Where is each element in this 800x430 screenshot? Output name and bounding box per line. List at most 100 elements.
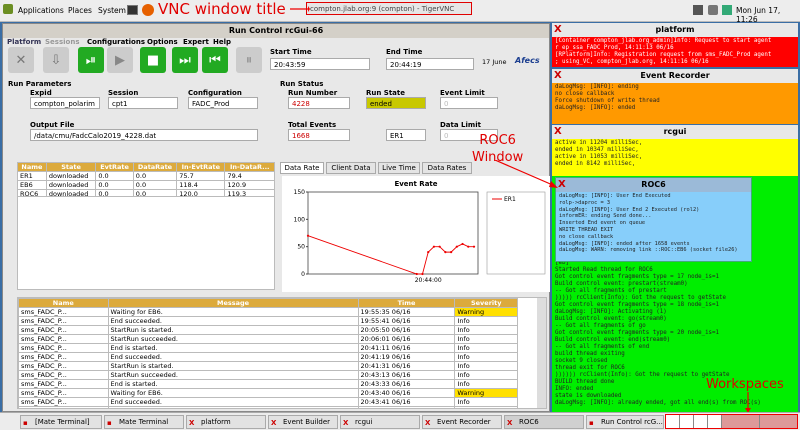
task-event-recorder[interactable]: X Event Recorder	[422, 415, 502, 429]
run-status-title: Run Status	[280, 80, 324, 88]
table-row[interactable]: sms_FADC_P... Waiting for EB6. 20:43:40 06…	[18, 388, 518, 398]
data-point	[415, 272, 418, 276]
cell: ER1	[17, 171, 47, 181]
col-name[interactable]: Name	[18, 298, 109, 308]
rcgui-terminal[interactable]: rcgui X active in 11204 milliSec, ended i…	[552, 125, 798, 176]
task-label: [Mate Terminal]	[35, 418, 90, 426]
data-point	[444, 251, 447, 254]
table-row[interactable]: sms_FADC_P... End succeeded. 20:43:41 06/1…	[18, 397, 518, 407]
roc6-terminal[interactable]: ROC6 X daLogMsg: [INFO]: User End Execut…	[555, 177, 752, 262]
table-row[interactable]: sms_FADC_P... StartRun is started. 20:05:5…	[18, 325, 518, 335]
terminal-line: ended in 10347 milliSec,	[555, 147, 639, 153]
col-state[interactable]: State	[45, 162, 97, 172]
go-button[interactable]: ▶	[107, 47, 133, 73]
run-parameters-title: Run Parameters	[8, 80, 72, 88]
prestart-button[interactable]: ⏯	[78, 47, 104, 73]
col-datarate[interactable]: DataRate	[132, 162, 178, 172]
annotation-arrow	[745, 392, 751, 413]
col-time[interactable]: Time	[357, 298, 456, 308]
components-table-empty-area	[17, 196, 275, 290]
cell: downloaded	[45, 180, 97, 190]
cell: Info	[454, 334, 518, 344]
cell: EB6	[17, 180, 47, 190]
series-line-er1	[307, 235, 474, 275]
clock[interactable]: Mon Jun 17, 11:26	[736, 6, 800, 24]
y-tick-label: 100	[294, 216, 306, 223]
event-recorder-name: ER1	[386, 129, 426, 141]
terminal-launcher-icon[interactable]	[127, 5, 138, 15]
menu-configurations[interactable]: Configurations	[87, 38, 145, 46]
cell: 20:43:41 06/16	[357, 397, 456, 407]
pause-button[interactable]: ⏸	[236, 47, 262, 73]
tab-live-time[interactable]: Live Time	[378, 162, 420, 174]
workspace-switcher[interactable]	[665, 414, 798, 429]
tab-client-data[interactable]: Client Data	[326, 162, 376, 174]
col-severity[interactable]: Severity	[454, 298, 518, 308]
platform-terminal[interactable]: platform X [Container compton_jlab.org_a…	[552, 23, 798, 67]
workspace-2[interactable]	[680, 415, 694, 428]
menu-sessions[interactable]: Sessions	[45, 38, 79, 46]
volume-icon[interactable]	[708, 5, 718, 15]
table-row[interactable]: sms_FADC_P... StartRun succeeded. 20:43:13…	[18, 370, 518, 380]
terminal-line: state is downloaded	[555, 393, 622, 399]
download-button[interactable]: ⇩	[43, 47, 69, 73]
table-row[interactable]: sms_FADC_P... End is started. 20:41:11 06/…	[18, 343, 518, 353]
workspace-5[interactable]	[722, 415, 760, 428]
start-run-button[interactable]: ⏭	[172, 47, 198, 73]
cell: Info	[454, 361, 518, 371]
table-row[interactable]: sms_FADC_P... StartRun is started. 20:41:3…	[18, 361, 518, 371]
table-row[interactable]: sms_FADC_P... End is started. 20:43:33 06/…	[18, 379, 518, 389]
menu-help[interactable]: Help	[213, 38, 231, 46]
workspace-6[interactable]	[760, 415, 797, 428]
places-menu[interactable]: Places	[68, 6, 92, 15]
cell: sms_FADC_P...	[18, 397, 109, 407]
workspace-3[interactable]	[694, 415, 708, 428]
table-row[interactable]: ER1 downloaded 0.0 0.0 75.7 79.4	[17, 171, 275, 181]
terminal-line: daLogMsg: WARN: removing link ::ROC::EB6…	[559, 247, 738, 254]
menu-platform[interactable]: Platform	[7, 38, 41, 46]
task-mate-terminal-2[interactable]: ▪ Mate Terminal	[104, 415, 184, 429]
cell: 118.4	[176, 180, 226, 190]
cell: Info	[454, 325, 518, 335]
col-name[interactable]: Name	[17, 162, 47, 172]
configure-button[interactable]: ✕	[8, 47, 34, 73]
cell: sms_FADC_P...	[18, 406, 109, 408]
task-roc6[interactable]: X ROC6	[504, 415, 584, 429]
cell: StartRun is started.	[107, 325, 359, 335]
table-row[interactable]: sms_FADC_P... StartRun succeeded. 20:06:01…	[18, 334, 518, 344]
apps-icon[interactable]	[3, 4, 13, 14]
col-evtrate[interactable]: EvtRate	[95, 162, 134, 172]
table-row[interactable]: sms_FADC_P... Waiting for EB6. 19:55:35 06…	[18, 307, 518, 317]
menu-expert[interactable]: Expert	[183, 38, 209, 46]
system-menu[interactable]: System	[98, 6, 126, 15]
cell: sms_FADC_P...	[18, 325, 109, 335]
messages-scrollbar[interactable]	[537, 298, 546, 408]
table-row[interactable]: EB6 downloaded 0.0 0.0 118.4 120.9	[17, 180, 275, 190]
col-message[interactable]: Message	[107, 298, 359, 308]
workspace-4[interactable]	[708, 415, 722, 428]
table-row[interactable]: sms_FADC_P... End succeeded. 20:41:19 06/1…	[18, 352, 518, 362]
task-run-control[interactable]: ▪ Run Control rcG...	[586, 415, 664, 429]
table-row[interactable]: sms_FADC_P... End succeeded. 19:55:41 06/1…	[18, 316, 518, 326]
menu-options[interactable]: Options	[147, 38, 178, 46]
workspace-1[interactable]	[666, 415, 680, 428]
session-label: Session	[108, 89, 139, 97]
task-label: Event Builder	[283, 418, 331, 426]
applications-menu[interactable]: Applications	[18, 6, 64, 15]
table-row[interactable]: sms_FADC_P...StartRun is started.20:43:4…	[18, 406, 518, 408]
end-button[interactable]: ■	[140, 47, 166, 73]
reset-button[interactable]: ⏮	[202, 47, 228, 73]
messages-header: Name Message Time Severity	[18, 298, 518, 308]
event-recorder-terminal[interactable]: Event Recorder X daLogMsg: [INFO]: endin…	[552, 69, 798, 124]
task-mate-terminal-1[interactable]: ▪ [Mate Terminal]	[20, 415, 102, 429]
col-in-evtrate[interactable]: In-EvtRate	[176, 162, 226, 172]
col-in-datarate[interactable]: In-DataR...	[224, 162, 275, 172]
tab-data-rate[interactable]: Data Rate	[280, 162, 324, 174]
task-platform[interactable]: Xplatform	[186, 415, 266, 429]
data-point	[432, 245, 436, 248]
firefox-icon[interactable]	[142, 4, 154, 16]
roc6-annotation-line1: ROC6	[479, 133, 516, 148]
task-event-builder[interactable]: X Event Builder	[268, 415, 338, 429]
tab-data-rates[interactable]: Data Rates	[422, 162, 472, 174]
task-rcgui[interactable]: Xrcgui	[340, 415, 420, 429]
